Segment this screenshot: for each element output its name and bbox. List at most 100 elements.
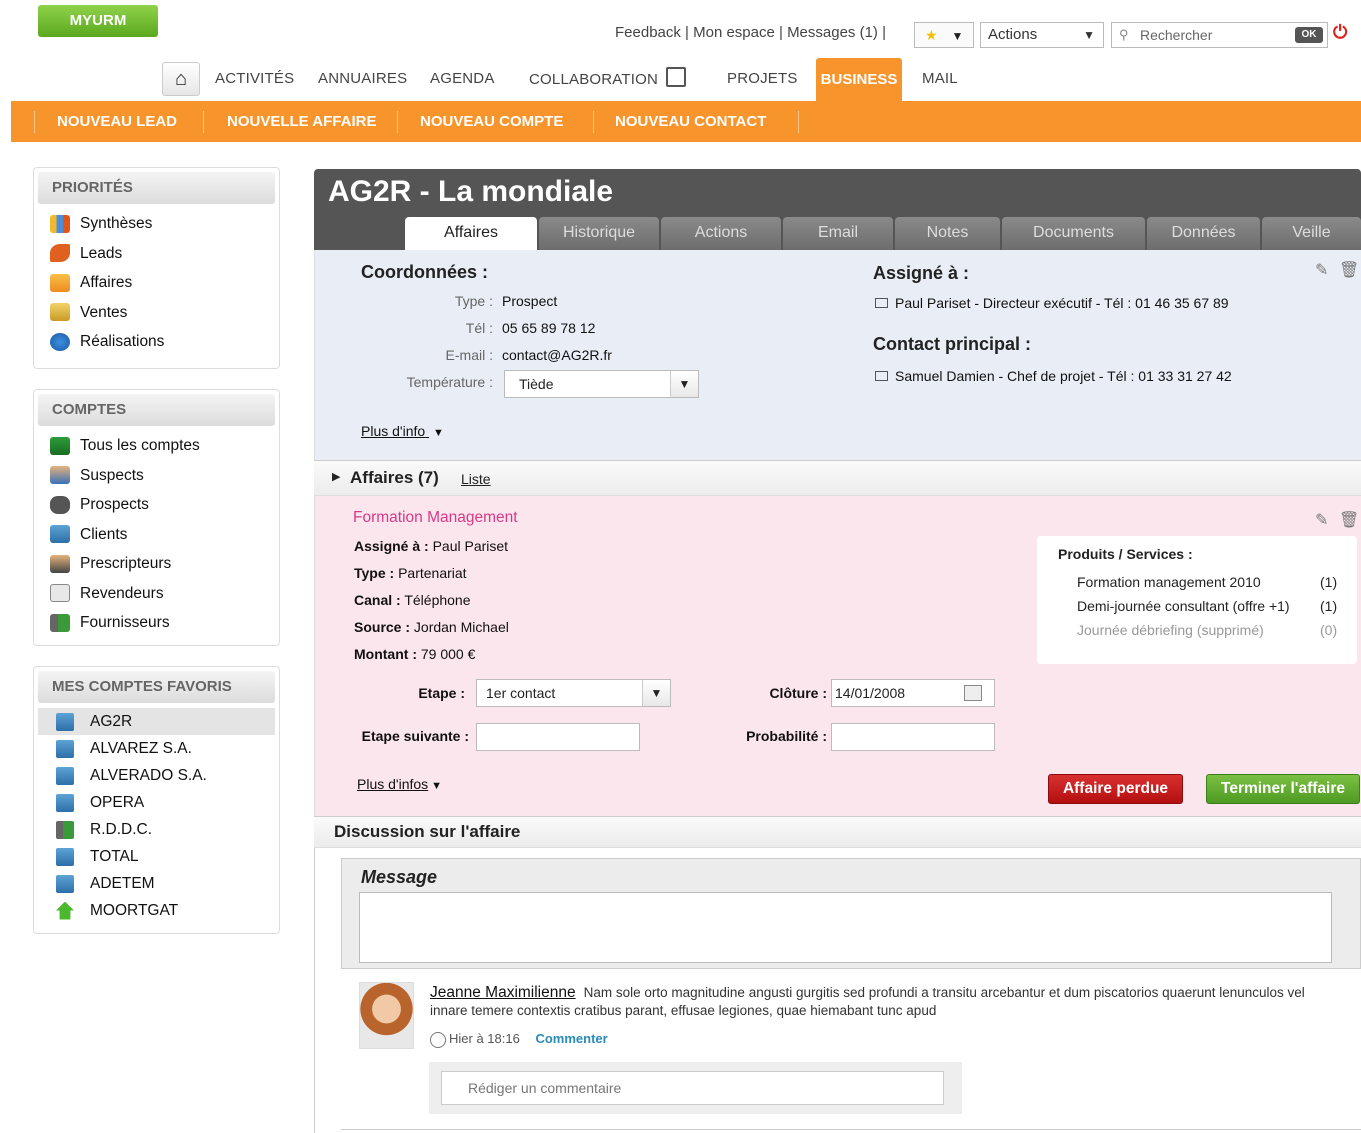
caret-down-icon: ▼	[431, 780, 443, 792]
nav-collaboration[interactable]: COLLABORATION	[529, 67, 687, 90]
tab-actions[interactable]: Actions	[661, 217, 781, 250]
nav-activites[interactable]: ACTIVITÉS	[215, 70, 294, 87]
nav-mail[interactable]: MAIL	[922, 70, 958, 87]
tab-documents[interactable]: Documents	[1002, 217, 1145, 250]
calendar-icon[interactable]	[964, 685, 982, 701]
temperature-select[interactable]: Tiède ▼	[504, 370, 699, 398]
favori-rddc[interactable]: R.D.D.C.	[38, 816, 275, 843]
tab-notes[interactable]: Notes	[895, 217, 1000, 250]
sidebar-item-leads[interactable]: Leads	[38, 239, 275, 269]
favori-alvarez[interactable]: ALVAREZ S.A.	[38, 735, 275, 762]
edit-icon[interactable]: ✎	[1315, 260, 1328, 280]
etape-suivante-label: Etape suivante :	[361, 728, 469, 744]
sidebar-item-tous-les-comptes[interactable]: Tous les comptes	[38, 431, 275, 461]
nav-projets[interactable]: PROJETS	[727, 70, 798, 87]
contact-text: Samuel Damien - Chef de projet - Tél : 0…	[895, 368, 1232, 384]
affaire-card: Formation Management Assigné à : Paul Pa…	[314, 496, 1361, 816]
favorites-dropdown[interactable]: ★ ▼	[914, 22, 974, 48]
plus-dinfos-link[interactable]: Plus d'infos ▼	[357, 776, 442, 792]
field-value: Partenariat	[398, 565, 467, 581]
etape-value: 1er contact	[486, 685, 556, 701]
field-label: Montant :	[354, 646, 417, 662]
messages-link[interactable]: Messages (1)	[787, 24, 878, 41]
search-ok-button[interactable]: OK	[1295, 27, 1323, 43]
field-label: Source :	[354, 619, 411, 635]
home-button[interactable]: ⌂	[162, 62, 200, 96]
etape-select[interactable]: 1er contact ▼	[476, 679, 671, 707]
sidebar-item-prospects[interactable]: Prospects	[38, 490, 275, 520]
probabilite-input[interactable]	[831, 723, 995, 751]
sidebar-item-realisations[interactable]: Réalisations	[38, 327, 275, 357]
field-value: 79 000 €	[420, 646, 476, 662]
plus-dinfo-label: Plus d'info	[361, 423, 426, 439]
trash-icon[interactable]: 🗑	[1339, 510, 1359, 530]
etape-suivante-input[interactable]	[476, 723, 640, 751]
chevron-down-icon: ▼	[670, 371, 698, 397]
favori-adetem[interactable]: ADETEM	[38, 870, 275, 897]
subnav-nouveau-contact[interactable]: NOUVEAU CONTACT	[615, 101, 766, 142]
terminer-affaire-button[interactable]: Terminer l'affaire	[1206, 774, 1360, 804]
tab-email[interactable]: Email	[783, 217, 893, 250]
nav-annuaires[interactable]: ANNUAIRES	[318, 70, 407, 87]
favori-label: ALVAREZ S.A.	[90, 740, 192, 757]
sidebar-item-clients[interactable]: Clients	[38, 520, 275, 550]
mon-espace-link[interactable]: Mon espace	[693, 24, 775, 41]
sub-navigation: NOUVEAU LEAD NOUVELLE AFFAIRE NOUVEAU CO…	[11, 101, 1361, 142]
affaire-name[interactable]: Formation Management	[353, 509, 518, 527]
favori-opera[interactable]: OPERA	[38, 789, 275, 816]
field-value: Jordan Michael	[413, 619, 509, 635]
sidebar-item-syntheses[interactable]: Synthèses	[38, 209, 275, 239]
sidebar-item-prescripteurs[interactable]: Prescripteurs	[38, 549, 275, 579]
email-value[interactable]: contact@AG2R.fr	[502, 347, 612, 363]
favori-ag2r[interactable]: AG2R	[38, 708, 275, 735]
tab-affaires[interactable]: Affaires	[405, 217, 537, 250]
affaire-montant: Montant : 79 000 €	[354, 646, 475, 662]
affaires-header[interactable]: ▶ Affaires (7) Liste	[314, 460, 1361, 496]
myurm-logo-button[interactable]: MYURM	[38, 5, 158, 37]
subnav-nouveau-lead[interactable]: NOUVEAU LEAD	[57, 101, 177, 142]
commenter-link[interactable]: Commenter	[535, 1031, 607, 1046]
favoris-title: MES COMPTES FAVORIS	[38, 671, 275, 703]
sidebar-item-affaires[interactable]: Affaires	[38, 268, 275, 298]
plus-dinfo-link[interactable]: Plus d'info ▼	[361, 423, 444, 439]
building-icon	[56, 793, 74, 812]
priorites-panel: PRIORITÉS Synthèses Leads Affaires Vente…	[33, 167, 280, 369]
search-input[interactable]: ⚲ Rechercher OK	[1111, 22, 1328, 48]
user-icon	[50, 554, 70, 573]
field-label: Assigné à :	[354, 538, 429, 554]
sidebar-item-suspects[interactable]: Suspects	[38, 461, 275, 491]
favori-alverado[interactable]: ALVERADO S.A.	[38, 762, 275, 789]
actions-select[interactable]: Actions ▼	[980, 22, 1104, 48]
cloture-date-input[interactable]: 14/01/2008	[831, 679, 995, 707]
cloture-label: Clôture :	[769, 685, 827, 701]
tab-historique[interactable]: Historique	[539, 217, 659, 250]
feedback-link[interactable]: Feedback	[615, 24, 681, 41]
comment-input[interactable]: Rédiger un commentaire	[441, 1071, 944, 1105]
favori-moortgat[interactable]: MOORTGAT	[38, 897, 275, 924]
nav-business[interactable]: BUSINESS	[816, 58, 902, 102]
building-icon	[56, 739, 74, 758]
affaire-perdue-button[interactable]: Affaire perdue	[1048, 774, 1183, 804]
favori-total[interactable]: TOTAL	[38, 843, 275, 870]
comment-author-link[interactable]: Jeanne Maximilienne	[430, 984, 576, 1001]
subnav-nouvelle-affaire[interactable]: NOUVELLE AFFAIRE	[227, 101, 376, 142]
sidebar-item-fournisseurs[interactable]: Fournisseurs	[38, 608, 275, 638]
subnav-nouveau-compte[interactable]: NOUVEAU COMPTE	[420, 101, 563, 142]
favori-label: ADETEM	[90, 875, 155, 892]
message-textarea[interactable]	[359, 892, 1332, 963]
trash-icon[interactable]: 🗑	[1339, 260, 1359, 280]
coordonnees-section: Coordonnées : Type : Prospect Tél : 05 6…	[314, 250, 1361, 460]
edit-icon[interactable]: ✎	[1315, 510, 1328, 530]
chevron-down-icon: ▼	[951, 29, 964, 43]
sidebar-item-revendeurs[interactable]: Revendeurs	[38, 579, 275, 609]
sidebar-item-label: Leads	[80, 244, 123, 262]
coordonnees-title: Coordonnées :	[361, 262, 489, 282]
affaire-source: Source : Jordan Michael	[354, 619, 509, 635]
tab-donnees[interactable]: Données	[1147, 217, 1260, 250]
affaires-liste-link[interactable]: Liste	[461, 471, 491, 487]
tab-veille[interactable]: Veille	[1262, 217, 1361, 250]
nav-agenda[interactable]: AGENDA	[430, 70, 495, 87]
sidebar-item-label: Synthèses	[80, 215, 153, 233]
sidebar-item-ventes[interactable]: Ventes	[38, 298, 275, 328]
power-icon[interactable]: ⏻	[1333, 22, 1347, 43]
